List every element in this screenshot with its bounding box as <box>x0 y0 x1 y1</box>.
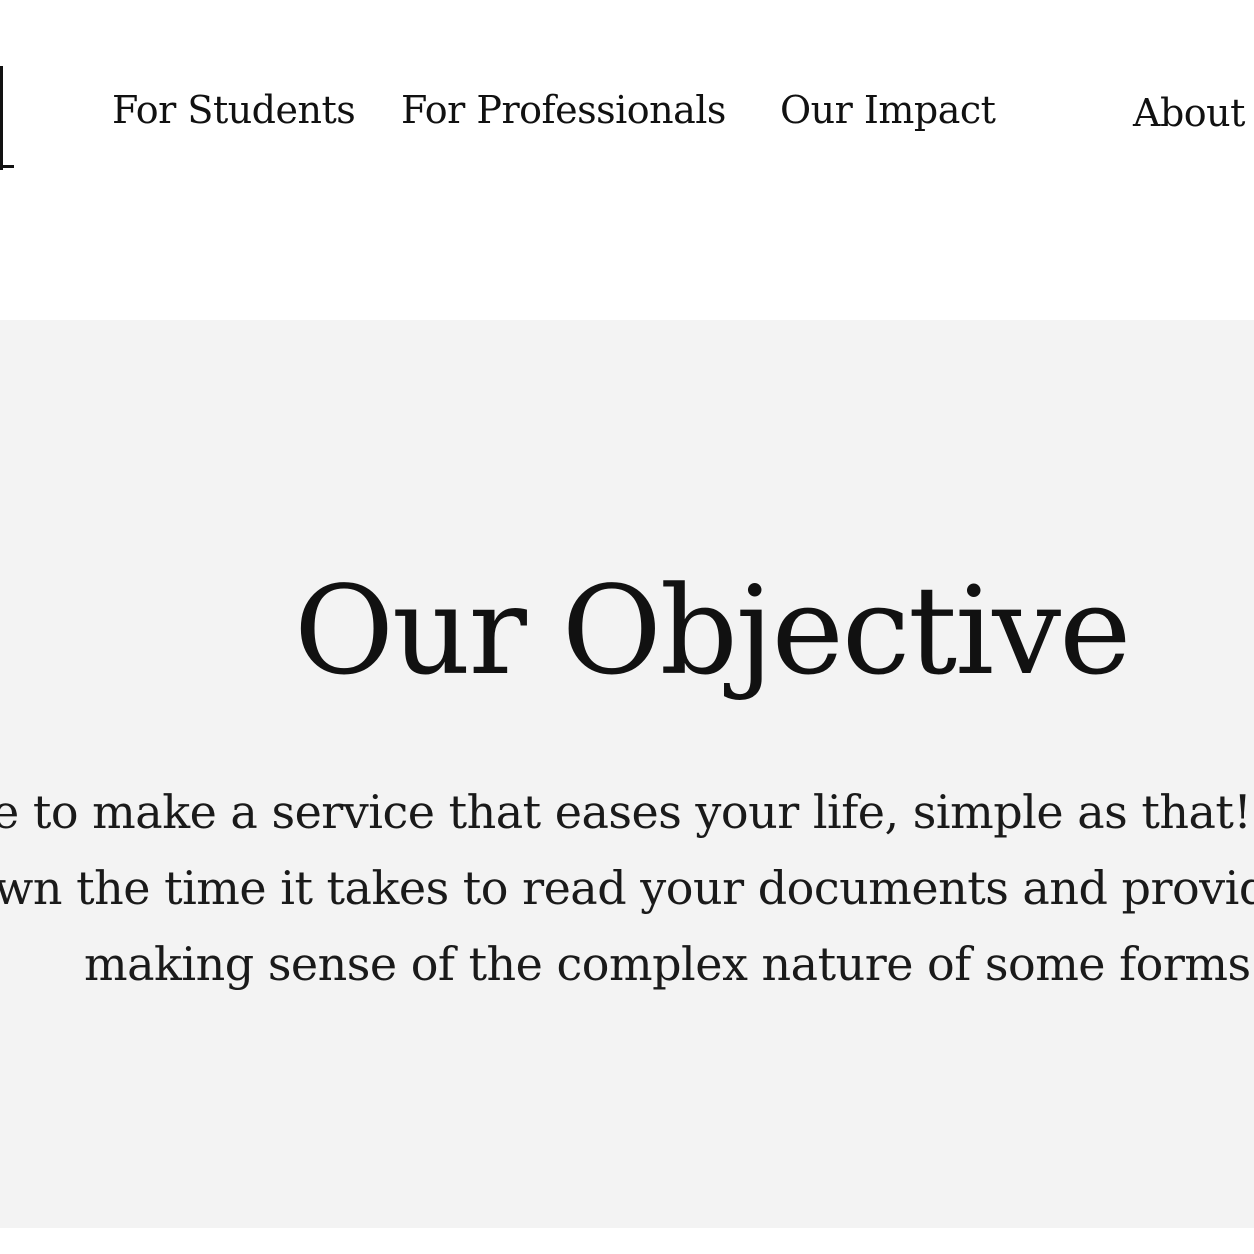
objective-section: Our Objective e to make a service that e… <box>0 320 1254 1228</box>
nav-about-us[interactable]: About U <box>1133 89 1254 137</box>
site-header: For Students For Professionals Our Impac… <box>0 0 1254 320</box>
nav-for-students[interactable]: For Students <box>112 86 356 134</box>
objective-body-line: wn the time it takes to read your docume… <box>0 861 1254 915</box>
site-logo[interactable] <box>0 66 14 170</box>
objective-title: Our Objective <box>294 560 1131 702</box>
logo-stem <box>0 66 3 170</box>
page-bottom-strip <box>0 1228 1254 1254</box>
objective-body-line: making sense of the complex nature of so… <box>84 937 1254 991</box>
nav-for-professionals[interactable]: For Professionals <box>401 86 726 134</box>
objective-body-line: e to make a service that eases your life… <box>0 785 1254 839</box>
nav-our-impact[interactable]: Our Impact <box>780 86 996 134</box>
logo-foot <box>0 165 14 168</box>
